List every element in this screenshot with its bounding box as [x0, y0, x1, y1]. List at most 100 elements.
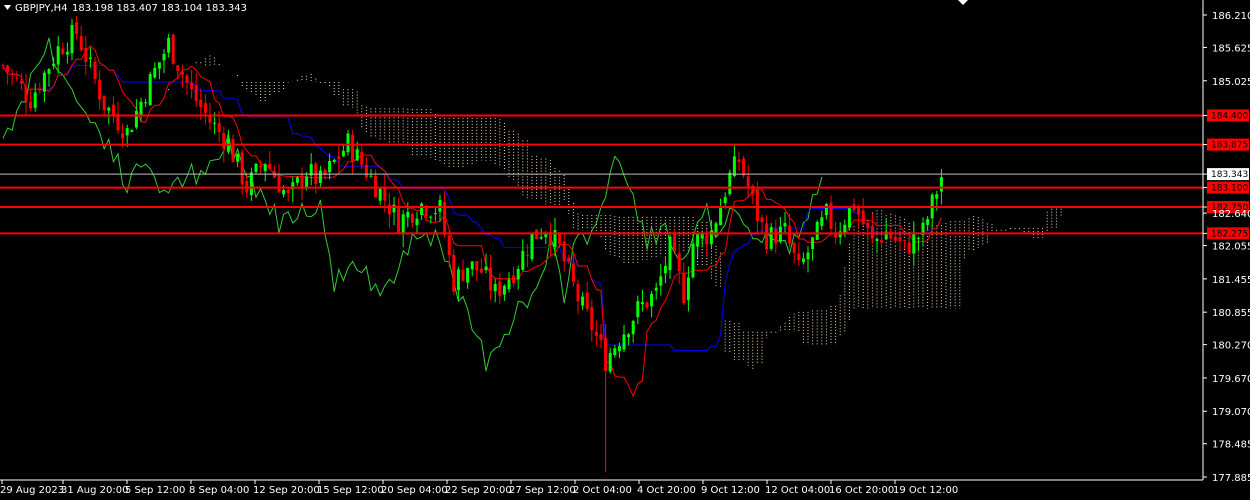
candle-body	[755, 190, 759, 221]
candle-body	[811, 237, 815, 250]
candle-body	[682, 273, 686, 304]
price-tick-label: 179.670	[1212, 374, 1250, 385]
level-label: 182.275	[1211, 229, 1248, 239]
candle-body	[636, 301, 640, 318]
candle-body	[530, 233, 534, 260]
candle-body	[742, 158, 746, 176]
candle-body	[475, 261, 479, 271]
candle-body	[935, 194, 939, 199]
candle-body	[912, 234, 916, 254]
candle-body	[489, 267, 493, 291]
candle-body	[107, 107, 111, 111]
candle-body	[654, 287, 658, 291]
candle-body	[406, 211, 410, 218]
candle-body	[939, 177, 943, 192]
candle-body	[594, 331, 598, 336]
candle-body	[880, 240, 884, 243]
candle-body	[355, 149, 359, 161]
candle-body	[617, 346, 621, 352]
candle-body	[581, 296, 585, 306]
candle-body	[857, 208, 861, 215]
candle-body	[199, 99, 203, 108]
candle-body	[521, 250, 525, 270]
candle-body	[47, 69, 51, 74]
candle-body	[185, 75, 189, 83]
time-tick-label: 12 Sep 20:00	[253, 485, 320, 496]
time-tick-label: 31 Aug 20:00	[61, 485, 128, 496]
price-tick-label: 186.210	[1212, 11, 1250, 22]
candle-body	[277, 175, 281, 193]
candle-body	[332, 159, 336, 162]
candle-body	[677, 253, 681, 272]
candle-body	[769, 227, 773, 249]
candle-body	[79, 35, 83, 51]
candle-body	[259, 165, 263, 168]
candle-body	[286, 190, 290, 193]
candle-body	[208, 116, 212, 123]
price-tick-label: 180.270	[1212, 341, 1250, 352]
time-tick-label: 29 Aug 2023	[0, 485, 64, 496]
candle-body	[341, 150, 345, 157]
candle-body	[231, 138, 235, 162]
candle-body	[824, 204, 828, 216]
candle-body	[498, 281, 502, 296]
price-tick-label: 185.025	[1212, 77, 1250, 88]
level-label: 183.100	[1211, 184, 1248, 194]
price-tick-label: 181.455	[1212, 275, 1250, 286]
candle-body	[378, 188, 382, 201]
candle-body	[843, 224, 847, 234]
candle-body	[387, 204, 391, 215]
candle-body	[608, 352, 612, 372]
candle-body	[374, 175, 378, 198]
candle-body	[466, 267, 470, 283]
candle-body	[461, 269, 465, 281]
candle-body	[622, 334, 626, 350]
time-tick-label: 9 Oct 12:00	[701, 485, 760, 496]
candle-body	[364, 164, 368, 178]
candle-body	[29, 101, 33, 109]
candle-body	[263, 164, 267, 172]
candle-body	[295, 177, 299, 183]
candle-body	[213, 122, 217, 124]
candle-body	[898, 237, 902, 241]
candle-body	[6, 65, 10, 73]
candle-body	[723, 197, 727, 204]
time-tick-label: 16 Oct 20:00	[829, 485, 894, 496]
candle-body	[525, 254, 529, 256]
ohlc-readout: 183.198 183.407 183.104 183.343	[72, 3, 247, 14]
candle-body	[512, 275, 516, 284]
level-label: 183.875	[1211, 141, 1248, 151]
candle-body	[447, 235, 451, 256]
candle-body	[847, 208, 851, 228]
candle-body	[599, 333, 603, 341]
price-tick-label: 178.485	[1212, 440, 1250, 451]
candle-body	[383, 187, 387, 201]
candle-body	[663, 266, 667, 274]
candle-body	[558, 234, 562, 244]
candle-body	[576, 283, 580, 302]
candle-body	[562, 241, 566, 261]
candle-body	[318, 170, 322, 184]
candle-body	[337, 156, 341, 160]
candle-body	[728, 172, 732, 195]
candle-body	[268, 163, 272, 169]
candle-body	[144, 102, 148, 104]
candle-body	[351, 134, 355, 162]
candle-body	[650, 293, 654, 307]
candle-body	[604, 337, 608, 372]
candle-body	[282, 190, 286, 195]
candle-body	[52, 63, 56, 67]
candle-body	[38, 88, 42, 91]
candle-body	[539, 236, 543, 239]
candle-body	[590, 307, 594, 331]
candle-body	[732, 156, 736, 177]
time-tick-label: 12 Oct 04:00	[765, 485, 830, 496]
gbpjpy-h4-chart[interactable]: 184.400183.875183.100182.750182.275183.3…	[0, 0, 1250, 500]
candle-body	[438, 200, 442, 212]
candle-body	[452, 255, 456, 292]
candle-body	[84, 47, 88, 62]
level-label: 184.400	[1211, 111, 1248, 121]
candle-body	[645, 302, 649, 308]
price-tick-label: 179.070	[1212, 407, 1250, 418]
candle-body	[15, 77, 19, 79]
